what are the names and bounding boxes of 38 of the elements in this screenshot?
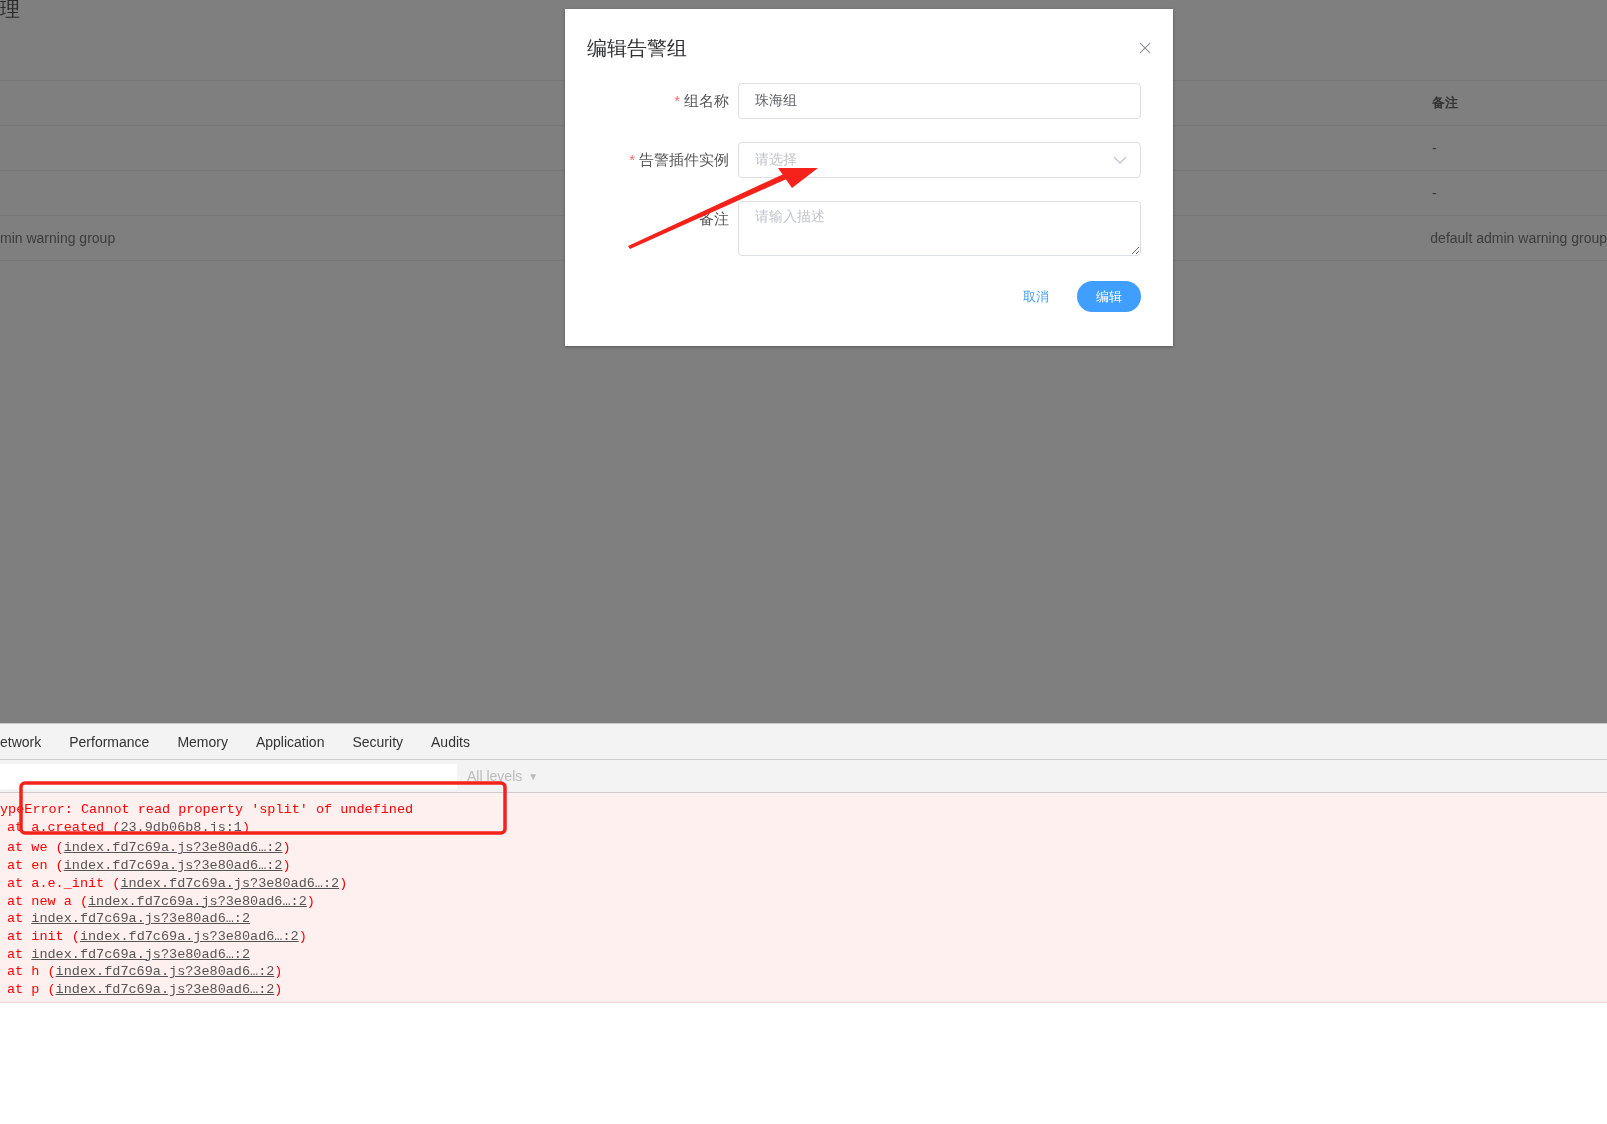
column-header: 备注: [1432, 94, 1459, 112]
file-link[interactable]: index.fd7c69a.js?3e80ad6…:2: [88, 893, 307, 909]
stack-trace-line: at a.e._init (index.fd7c69a.js?3e80ad6…:2): [6, 874, 349, 893]
stack-trace-line: at new a (index.fd7c69a.js?3e80ad6…:2): [6, 892, 316, 911]
stack-trace-line: at index.fd7c69a.js?3e80ad6…:2: [6, 945, 252, 964]
stack-trace-line: at we (index.fd7c69a.js?3e80ad6…:2): [6, 839, 292, 858]
chevron-down-icon: [1113, 156, 1127, 164]
devtools-tab[interactable]: etwork: [0, 733, 56, 750]
file-link[interactable]: index.fd7c69a.js?3e80ad6…:2: [79, 928, 299, 944]
file-link[interactable]: index.fd7c69a.js?3e80ad6…:2: [31, 911, 251, 927]
stack-trace-line: at init (index.fd7c69a.js?3e80ad6…:2): [6, 927, 308, 946]
text-area[interactable]: 请输入描述: [738, 201, 1141, 256]
file-link[interactable]: index.fd7c69a.js?3e80ad6…:2: [63, 858, 283, 874]
stack-trace-line: at en (index.fd7c69a.js?3e80ad6…:2): [6, 857, 292, 875]
devtools-tab[interactable]: Performance: [55, 733, 164, 750]
table-cell: -: [1432, 140, 1437, 156]
file-link[interactable]: 23.9db06b8.js:1: [120, 819, 242, 835]
devtools-tab[interactable]: Security: [338, 733, 418, 750]
stack-trace-line: at p (index.fd7c69a.js?3e80ad6…:2): [6, 981, 284, 999]
devtools-tab[interactable]: Memory: [163, 733, 242, 750]
devtools-tab[interactable]: Audits: [417, 733, 484, 750]
file-link[interactable]: index.fd7c69a.js?3e80ad6…:2: [55, 982, 275, 998]
field-label: * 组名称: [674, 92, 729, 109]
field-label: * 告警插件实例: [629, 151, 729, 168]
file-link[interactable]: index.fd7c69a.js?3e80ad6…:2: [31, 946, 251, 962]
dialog-title: 编辑告警组: [587, 34, 687, 62]
close-icon[interactable]: [1139, 42, 1151, 54]
page-title: 理: [0, 0, 21, 20]
table-cell: -: [1432, 185, 1437, 201]
devtools-tab[interactable]: Application: [241, 733, 339, 750]
file-link[interactable]: index.fd7c69a.js?3e80ad6…:2: [120, 875, 340, 891]
file-link[interactable]: index.fd7c69a.js?3e80ad6…:2: [63, 840, 283, 856]
input-field[interactable]: 珠海组: [738, 83, 1141, 119]
table-cell: default admin warning group: [1430, 230, 1607, 246]
table-cell: min warning group: [0, 230, 116, 246]
stack-trace-line: at index.fd7c69a.js?3e80ad6…:2: [6, 910, 252, 928]
file-link[interactable]: index.fd7c69a.js?3e80ad6…:2: [55, 964, 275, 980]
stack-trace-line: at h (index.fd7c69a.js?3e80ad6…:2): [6, 963, 284, 982]
